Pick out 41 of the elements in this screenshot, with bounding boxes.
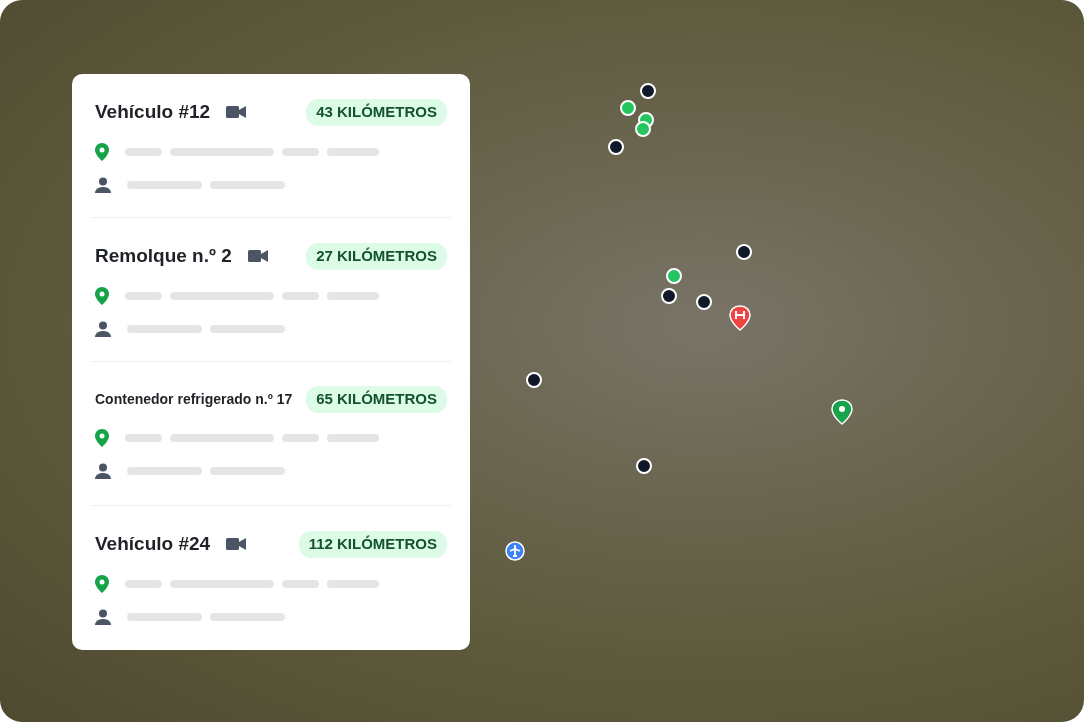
placeholder-bar <box>327 291 379 300</box>
vehicle-name: Remolque n.º 2 <box>95 244 232 268</box>
map-marker[interactable] <box>635 121 651 137</box>
map-marker[interactable] <box>636 458 652 474</box>
hospital-marker-icon[interactable] <box>729 305 751 331</box>
map-marker[interactable] <box>640 83 656 99</box>
map-marker[interactable] <box>736 244 752 260</box>
placeholder-bar <box>282 147 319 156</box>
vehicle-name: Vehículo #24 <box>95 532 211 556</box>
map-marker[interactable] <box>666 268 682 284</box>
placeholder-bar <box>282 579 319 588</box>
map-marker[interactable] <box>620 100 636 116</box>
vehicle-name: Contenedor refrigerado n.º 17 <box>95 389 293 409</box>
person-icon <box>95 320 111 337</box>
placeholder-bar <box>282 433 319 442</box>
distance-badge: 65 KILÓMETROS <box>306 386 447 413</box>
map-marker[interactable] <box>526 372 542 388</box>
location-pin-icon <box>95 286 109 305</box>
placeholder-bar <box>125 147 162 156</box>
distance-badge: 27 KILÓMETROS <box>306 243 447 270</box>
map-marker[interactable] <box>696 294 712 310</box>
location-pin-icon <box>95 142 109 161</box>
placeholder-bar <box>327 579 379 588</box>
location-pin-icon <box>95 428 109 447</box>
placeholder-bar <box>125 291 162 300</box>
vehicle-name: Vehículo #12 <box>95 100 211 124</box>
map-pin-icon[interactable] <box>831 399 853 425</box>
map-marker[interactable] <box>661 288 677 304</box>
placeholder-bar <box>282 291 319 300</box>
person-icon <box>95 176 111 193</box>
placeholder-bar <box>327 433 379 442</box>
distance-badge: 43 KILÓMETROS <box>306 99 447 126</box>
placeholder-bar <box>327 147 379 156</box>
placeholder-bar <box>125 433 162 442</box>
airplane-marker-icon[interactable] <box>505 541 525 561</box>
map-marker[interactable] <box>608 139 624 155</box>
placeholder-bar <box>125 579 162 588</box>
person-icon <box>95 608 111 625</box>
location-pin-icon <box>95 574 109 593</box>
person-icon <box>95 462 111 479</box>
distance-badge: 112 KILÓMETROS <box>298 531 447 558</box>
